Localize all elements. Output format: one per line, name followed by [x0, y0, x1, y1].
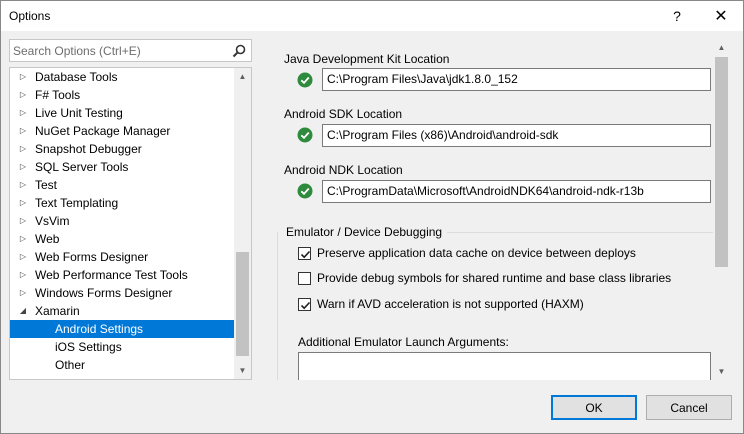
tree-item-label: Web: [35, 232, 60, 246]
tree-item-label: Windows Forms Designer: [35, 286, 173, 300]
checkbox-label: Warn if AVD acceleration is not supporte…: [317, 297, 584, 311]
tree-item-label: Database Tools: [35, 70, 118, 84]
sdk-location-label: Android SDK Location: [284, 107, 403, 121]
checkmark-icon: [300, 301, 311, 310]
tree-item-label: Snapshot Debugger: [35, 142, 142, 156]
tree-item[interactable]: ▷ NuGet Package Manager: [10, 122, 234, 140]
checkmark-icon: [300, 250, 311, 259]
tree-item-label: VsVim: [35, 214, 70, 228]
tree-item[interactable]: ▷ Snapshot Debugger: [10, 140, 234, 158]
tree-item-label: SQL Server Tools: [35, 160, 129, 174]
tree-item-label: NuGet Package Manager: [35, 124, 171, 138]
options-dialog: Options ? ✕ ▷ Database Tools ▷ F# Tools ▷ Liv…: [0, 0, 744, 434]
window-title: Options: [9, 9, 51, 23]
tree-item[interactable]: Other: [10, 356, 234, 374]
settings-pane: Java Development Kit Location C:\Program…: [269, 39, 731, 380]
tree-item-label: Web Forms Designer: [35, 250, 149, 264]
valid-check-icon: [297, 127, 313, 143]
pane-scroll-thumb[interactable]: [715, 57, 728, 267]
scroll-down-arrow-icon[interactable]: ▼: [713, 363, 730, 380]
tree-item-label: Live Unit Testing: [35, 106, 123, 120]
collapsed-arrow-icon[interactable]: ▷: [17, 248, 29, 266]
emulator-group-title: Emulator / Device Debugging: [286, 225, 446, 239]
pane-scrollbar[interactable]: ▲ ▼: [713, 39, 730, 380]
collapsed-arrow-icon[interactable]: ▷: [17, 176, 29, 194]
tree-item-label: Test: [35, 178, 58, 192]
expanded-arrow-icon[interactable]: ◢: [17, 302, 29, 320]
ndk-location-label: Android NDK Location: [284, 163, 403, 177]
collapsed-arrow-icon[interactable]: ▷: [17, 122, 29, 140]
emulator-args-field[interactable]: [298, 352, 711, 380]
sdk-location-field[interactable]: C:\Program Files (x86)\Android\android-s…: [322, 124, 711, 147]
valid-check-icon: [297, 183, 313, 199]
tree-item[interactable]: ▷ Database Tools: [10, 68, 234, 86]
warn-haxm-checkbox[interactable]: [298, 298, 311, 311]
tree-item[interactable]: ▷ Live Unit Testing: [10, 104, 234, 122]
android-settings-panel: Java Development Kit Location C:\Program…: [269, 39, 713, 380]
jdk-location-field[interactable]: C:\Program Files\Java\jdk1.8.0_152: [322, 68, 711, 91]
checkbox-label: Preserve application data cache on devic…: [317, 246, 636, 260]
tree-item-label: Text Templating: [35, 196, 119, 210]
tree-scrollbar[interactable]: ▲ ▼: [234, 68, 251, 379]
tree-item[interactable]: ▷ Web Performance Test Tools: [10, 266, 234, 284]
collapsed-arrow-icon[interactable]: ▷: [17, 230, 29, 248]
tree-item[interactable]: iOS Settings: [10, 338, 234, 356]
tree-item-label: Other: [55, 358, 86, 372]
tree-item[interactable]: ▷ Web Forms Designer: [10, 248, 234, 266]
search-input[interactable]: [13, 42, 231, 59]
group-border: [277, 232, 278, 380]
tree-item-label: iOS Settings: [55, 340, 122, 354]
tree-item[interactable]: Android Settings: [10, 320, 234, 338]
tree-item[interactable]: ▷ F# Tools: [10, 86, 234, 104]
emulator-args-label: Additional Emulator Launch Arguments:: [298, 335, 509, 349]
search-icon[interactable]: [231, 43, 247, 59]
collapsed-arrow-icon[interactable]: ▷: [17, 194, 29, 212]
tree-item[interactable]: ◢ Xamarin: [10, 302, 234, 320]
close-button[interactable]: ✕: [699, 1, 743, 31]
collapsed-arrow-icon[interactable]: ▷: [17, 158, 29, 176]
debug-symbols-checkbox[interactable]: [298, 272, 311, 285]
help-button[interactable]: ?: [655, 1, 699, 31]
tree-item[interactable]: ▷ SQL Server Tools: [10, 158, 234, 176]
valid-check-icon: [297, 72, 313, 88]
tree-item-label: Android Settings: [55, 322, 144, 336]
tree-item[interactable]: ▷ Windows Forms Designer: [10, 284, 234, 302]
collapsed-arrow-icon[interactable]: ▷: [17, 266, 29, 284]
ok-button[interactable]: OK: [551, 395, 637, 420]
tree-item[interactable]: ▷ Web: [10, 230, 234, 248]
collapsed-arrow-icon[interactable]: ▷: [17, 86, 29, 104]
preserve-cache-checkbox[interactable]: [298, 247, 311, 260]
search-box: [9, 39, 252, 62]
ndk-location-field[interactable]: C:\ProgramData\Microsoft\AndroidNDK64\an…: [322, 180, 711, 203]
cancel-button[interactable]: Cancel: [646, 395, 732, 420]
scroll-up-arrow-icon[interactable]: ▲: [234, 68, 251, 85]
collapsed-arrow-icon[interactable]: ▷: [17, 104, 29, 122]
title-bar: Options ? ✕: [1, 1, 743, 31]
tree-item[interactable]: ▷ Test: [10, 176, 234, 194]
tree-item-label: F# Tools: [35, 88, 81, 102]
tree-item-label: Web Performance Test Tools: [35, 268, 188, 282]
group-divider: [447, 232, 713, 233]
collapsed-arrow-icon[interactable]: ▷: [17, 68, 29, 86]
tree-item-label: Xamarin: [35, 304, 80, 318]
scroll-up-arrow-icon[interactable]: ▲: [713, 39, 730, 56]
collapsed-arrow-icon[interactable]: ▷: [17, 140, 29, 158]
tree-scroll-thumb[interactable]: [236, 252, 249, 356]
tree-item[interactable]: ▷ Text Templating: [10, 194, 234, 212]
collapsed-arrow-icon[interactable]: ▷: [17, 284, 29, 302]
scroll-down-arrow-icon[interactable]: ▼: [234, 362, 251, 379]
tree-item[interactable]: ▷ VsVim: [10, 212, 234, 230]
options-tree: ▷ Database Tools ▷ F# Tools ▷ Live Unit Testi…: [9, 67, 252, 380]
checkbox-label: Provide debug symbols for shared runtime…: [317, 271, 672, 285]
jdk-location-label: Java Development Kit Location: [284, 52, 450, 66]
collapsed-arrow-icon[interactable]: ▷: [17, 212, 29, 230]
